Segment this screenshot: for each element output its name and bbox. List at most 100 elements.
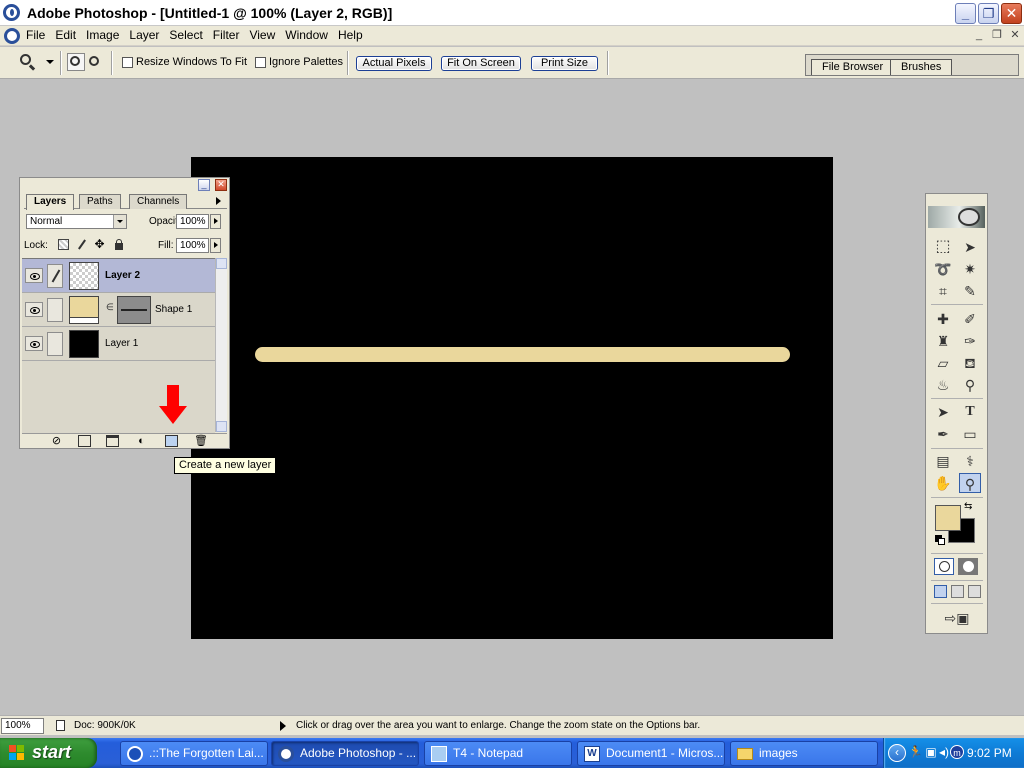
- lock-transparency-icon[interactable]: [58, 239, 69, 250]
- taskbar-item-photoshop[interactable]: Adobe Photoshop - ...: [271, 741, 419, 766]
- menu-image[interactable]: Image: [86, 28, 126, 42]
- start-button[interactable]: start: [0, 738, 97, 768]
- tab-channels[interactable]: Channels: [129, 194, 188, 209]
- lock-brush-icon[interactable]: [76, 239, 87, 250]
- menu-filter[interactable]: Filter: [213, 28, 247, 42]
- full-screen-menu-mode-icon[interactable]: [951, 585, 964, 598]
- standard-mode-icon[interactable]: [934, 558, 954, 575]
- checkbox-box[interactable]: [122, 56, 133, 68]
- running-man-icon[interactable]: 🏃: [908, 745, 923, 759]
- menu-layer[interactable]: Layer: [129, 28, 166, 42]
- minimize-button[interactable]: _: [955, 3, 976, 24]
- resize-windows-checkbox[interactable]: Resize Windows To Fit: [122, 56, 247, 68]
- lasso-tool-icon[interactable]: ➰: [932, 259, 954, 279]
- blend-mode-select[interactable]: Normal: [26, 214, 127, 229]
- messenger-icon[interactable]: m: [950, 745, 964, 759]
- blur-tool-icon[interactable]: ♨: [932, 375, 954, 395]
- actual-pixels-button[interactable]: Actual Pixels: [356, 56, 432, 71]
- menu-select[interactable]: Select: [169, 28, 209, 42]
- pen-tool-icon[interactable]: ✒: [932, 424, 954, 444]
- trash-icon[interactable]: 🗑: [194, 435, 208, 447]
- tab-layers[interactable]: Layers: [26, 194, 75, 210]
- taskbar-item-images-folder[interactable]: images: [730, 741, 878, 766]
- fit-on-screen-button[interactable]: Fit On Screen: [441, 56, 521, 71]
- tab-paths[interactable]: Paths: [79, 194, 121, 209]
- document-minimize-icon[interactable]: _: [972, 29, 986, 42]
- brush-link-icon[interactable]: [47, 264, 63, 288]
- crop-tool-icon[interactable]: ⌗: [932, 281, 954, 301]
- eraser-tool-icon[interactable]: ▱: [932, 353, 954, 373]
- full-screen-mode-icon[interactable]: [968, 585, 981, 598]
- standard-screen-mode-icon[interactable]: [934, 585, 947, 598]
- paint-bucket-tool-icon[interactable]: ⛾: [959, 353, 981, 373]
- menu-view[interactable]: View: [249, 28, 282, 42]
- palette-title-bar[interactable]: _ ✕: [20, 178, 229, 192]
- opacity-slider-button[interactable]: [210, 214, 221, 229]
- document-restore-icon[interactable]: ❐: [990, 29, 1004, 42]
- fill-field[interactable]: 100%: [176, 238, 209, 253]
- layer-row-layer-2[interactable]: Layer 2: [22, 259, 215, 293]
- palette-menu-icon[interactable]: [216, 197, 221, 205]
- lock-position-icon[interactable]: ✥: [94, 238, 105, 250]
- clone-stamp-tool-icon[interactable]: ♜: [932, 331, 954, 351]
- zoom-in-button[interactable]: [67, 53, 85, 71]
- layer-style-icon[interactable]: ⊘: [50, 435, 63, 447]
- menu-edit[interactable]: Edit: [55, 28, 83, 42]
- adobe-online-eye-icon[interactable]: [958, 208, 980, 226]
- path-selection-tool-icon[interactable]: ➤: [932, 402, 954, 422]
- visibility-eye-icon[interactable]: [25, 268, 43, 283]
- network-icon[interactable]: ▣: [924, 745, 938, 759]
- hand-tool-icon[interactable]: ✋: [932, 473, 954, 493]
- quick-mask-mode-icon[interactable]: [958, 558, 978, 575]
- tool-preset-zoom-icon[interactable]: [18, 53, 38, 73]
- opacity-field[interactable]: 100%: [176, 214, 209, 229]
- document-canvas[interactable]: [191, 157, 833, 639]
- new-layer-icon[interactable]: [165, 435, 178, 447]
- close-button[interactable]: ✕: [1001, 3, 1022, 24]
- dodge-tool-icon[interactable]: ⚲: [959, 375, 981, 395]
- zoom-tool-icon[interactable]: ⚲: [959, 473, 981, 493]
- checkbox-box[interactable]: [255, 56, 266, 68]
- menu-window[interactable]: Window: [285, 28, 335, 42]
- menu-help[interactable]: Help: [338, 28, 370, 42]
- show-hidden-icons-chevron-icon[interactable]: ‹: [888, 744, 906, 762]
- scroll-up-icon[interactable]: [216, 258, 227, 269]
- chevron-down-icon[interactable]: [113, 215, 126, 228]
- adjustment-layer-icon[interactable]: ◐: [135, 435, 148, 447]
- magic-wand-tool-icon[interactable]: ✷: [959, 259, 981, 279]
- photoshop-app-icon[interactable]: [3, 4, 20, 21]
- layer-row-shape-1[interactable]: ∈ Shape 1: [22, 293, 215, 327]
- status-menu-icon[interactable]: [280, 721, 286, 731]
- brush-tool-icon[interactable]: ✐: [959, 309, 981, 329]
- layers-scrollbar[interactable]: [215, 258, 227, 432]
- zoom-level-field[interactable]: 100%: [1, 718, 44, 734]
- type-tool-icon[interactable]: T: [959, 402, 981, 422]
- swap-colors-icon[interactable]: ⇆: [964, 501, 972, 512]
- document-system-icon[interactable]: [4, 28, 20, 44]
- document-close-icon[interactable]: ✕: [1008, 29, 1022, 42]
- foreground-color-swatch[interactable]: [935, 505, 961, 531]
- visibility-eye-icon[interactable]: [25, 336, 43, 351]
- file-browser-tab[interactable]: File Browser: [811, 59, 895, 75]
- move-tool-icon[interactable]: ➤: [959, 237, 981, 257]
- healing-brush-tool-icon[interactable]: ✚: [932, 309, 954, 329]
- taskbar-item-notepad[interactable]: T4 - Notepad: [424, 741, 572, 766]
- notes-tool-icon[interactable]: ▤: [932, 451, 954, 471]
- marquee-tool-icon[interactable]: ⬚: [932, 237, 954, 257]
- eyedropper-tool-icon[interactable]: ⚕: [959, 451, 981, 471]
- brushes-tab[interactable]: Brushes: [890, 59, 953, 75]
- zoom-out-button[interactable]: [86, 53, 104, 71]
- history-brush-tool-icon[interactable]: ✑: [959, 331, 981, 351]
- palette-minimize-icon[interactable]: _: [198, 179, 210, 191]
- new-group-folder-icon[interactable]: [106, 435, 119, 447]
- jump-to-imageready-icon[interactable]: ⇨▣: [934, 608, 980, 628]
- lock-all-icon[interactable]: [113, 239, 124, 250]
- menu-file[interactable]: File: [26, 28, 52, 42]
- add-mask-icon[interactable]: [78, 435, 91, 447]
- scroll-down-icon[interactable]: [216, 421, 227, 432]
- slice-tool-icon[interactable]: ✎: [959, 281, 981, 301]
- ignore-palettes-checkbox[interactable]: Ignore Palettes: [255, 56, 343, 68]
- volume-icon[interactable]: ◂): [937, 745, 951, 759]
- taskbar-item-word[interactable]: W Document1 - Micros...: [577, 741, 725, 766]
- restore-button[interactable]: ❐: [978, 3, 999, 24]
